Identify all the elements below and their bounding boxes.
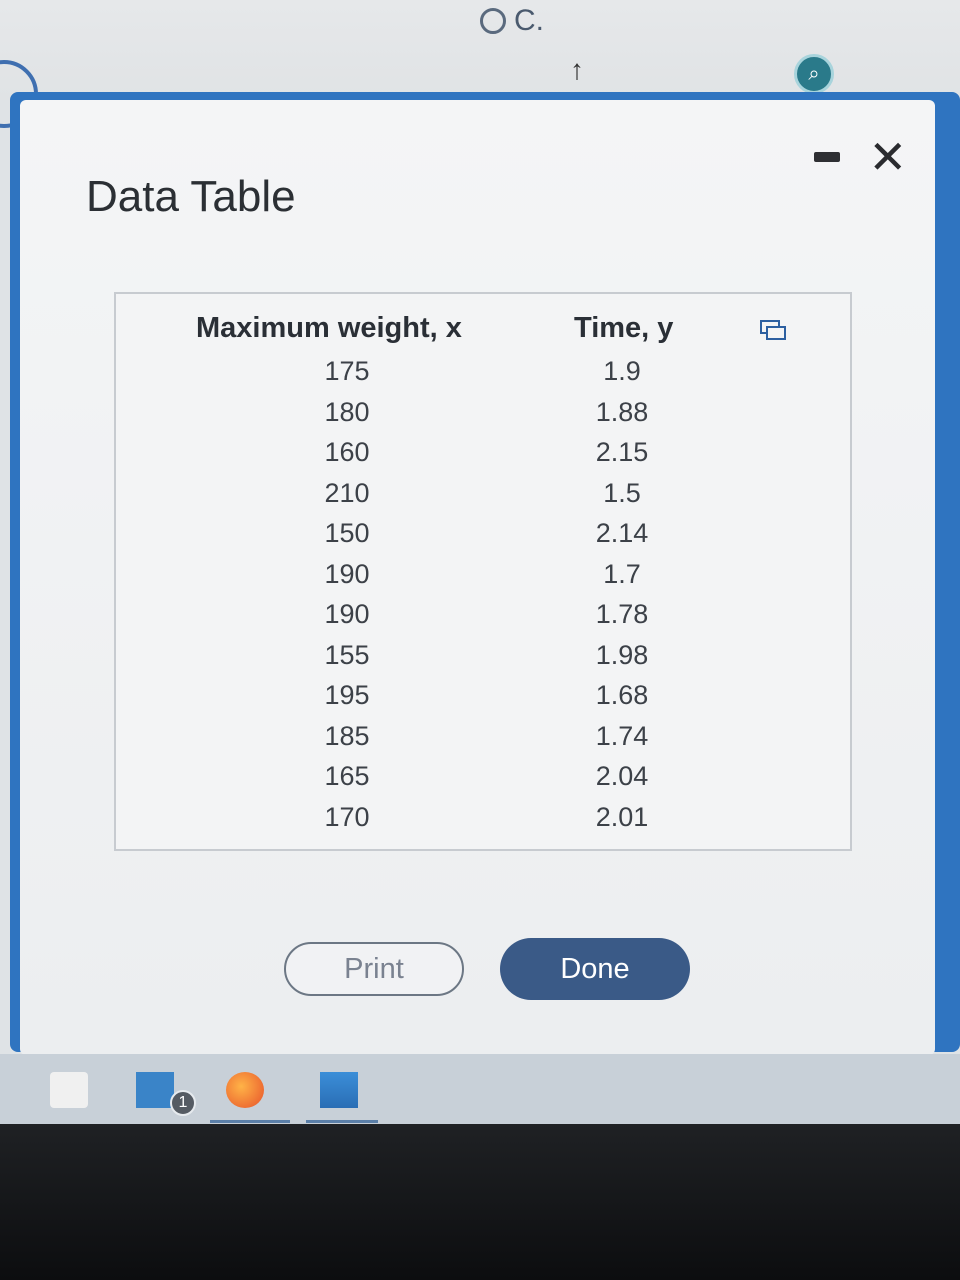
active-indicator [306, 1120, 378, 1123]
weight-cell: 160 [324, 437, 370, 467]
weight-cell: 175 [324, 356, 370, 386]
weight-cell: 210 [324, 477, 370, 508]
weight-cell: 195 [324, 680, 370, 710]
time-cell: 2.15 [595, 437, 649, 467]
close-icon[interactable]: ✕ [868, 134, 907, 180]
data-table: Maximum weight, x Time, y 175 1.9 180 1.… [114, 292, 852, 851]
minimize-icon[interactable] [814, 152, 841, 162]
time-cell: 2.04 [595, 761, 649, 791]
table-row: 155 1.98 [116, 640, 850, 681]
table-row: 195 1.68 [116, 680, 850, 721]
time-cell: 1.98 [595, 639, 649, 670]
weight-cell: 165 [324, 761, 370, 791]
table-body: 175 1.9 180 1.88 160 2.15 210 1.5 150 2.… [116, 356, 850, 842]
table-row: 150 2.14 [116, 518, 850, 559]
time-cell: 2.01 [595, 801, 649, 832]
mail-badge: 1 [170, 1090, 196, 1116]
store-icon[interactable] [50, 1072, 88, 1108]
weight-cell: 170 [324, 801, 370, 832]
data-table-dialog: Data Table ✕ Maximum weight, x Time, y 1… [20, 100, 935, 1055]
table-row: 190 1.78 [116, 599, 850, 640]
time-cell: 1.5 [603, 477, 641, 508]
active-indicator [210, 1120, 290, 1123]
time-cell: 1.88 [595, 396, 649, 427]
done-button[interactable]: Done [500, 938, 690, 1000]
table-row: 190 1.7 [116, 559, 850, 600]
weight-cell: 185 [324, 720, 370, 751]
window-controls: ✕ [814, 134, 907, 180]
print-button[interactable]: Print [284, 942, 464, 996]
time-cell: 1.9 [603, 356, 641, 386]
time-cell: 1.74 [595, 720, 649, 751]
table-row: 210 1.5 [116, 478, 850, 519]
monitor-bezel [0, 1124, 960, 1280]
table-row: 170 2.01 [116, 802, 850, 843]
option-label: C. [514, 4, 544, 37]
table-row: 160 2.15 [116, 437, 850, 478]
taskbar: 1 [0, 1054, 960, 1124]
weight-cell: 190 [324, 558, 370, 589]
zoom-in-icon[interactable]: ⌕ [794, 54, 834, 94]
firefox-icon[interactable] [226, 1072, 264, 1108]
column-header-weight: Maximum weight, x [196, 312, 462, 344]
column-header-time: Time, y [574, 312, 674, 344]
table-row: 185 1.74 [116, 721, 850, 762]
dialog-title: Data Table [86, 172, 296, 221]
time-cell: 1.78 [595, 599, 649, 629]
mail-icon[interactable] [136, 1072, 174, 1108]
time-cell: 1.7 [603, 558, 641, 589]
time-cell: 1.68 [595, 680, 649, 710]
weight-cell: 150 [324, 518, 370, 548]
table-row: 175 1.9 [116, 356, 850, 397]
radio-button[interactable] [480, 8, 506, 34]
weight-cell: 155 [324, 639, 370, 670]
time-cell: 2.14 [595, 518, 649, 548]
photos-icon[interactable] [320, 1072, 358, 1108]
table-row: 180 1.88 [116, 397, 850, 438]
background-page: C. ↑ ⌕ [0, 0, 960, 128]
answer-option-c[interactable]: C. [480, 4, 544, 38]
arrow-up-icon: ↑ [570, 54, 584, 85]
weight-cell: 180 [324, 396, 370, 427]
weight-cell: 190 [324, 599, 370, 629]
copy-icon[interactable] [760, 320, 786, 340]
table-row: 165 2.04 [116, 761, 850, 802]
